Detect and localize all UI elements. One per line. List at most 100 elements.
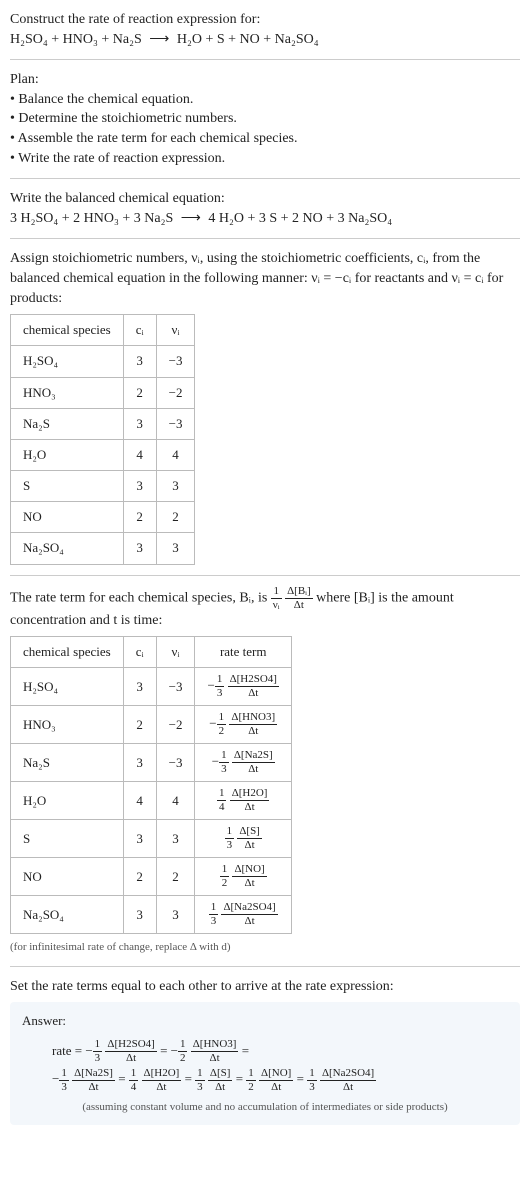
frac-den: 2 (217, 725, 227, 737)
set-rate-block: Set the rate terms equal to each other t… (10, 977, 520, 1125)
fraction: Δ[H2O]Δt (142, 1068, 182, 1093)
species-cell: H₂SO₄ (11, 668, 124, 706)
fraction: Δ[Na2S]Δt (232, 750, 275, 775)
balanced-block: Write the balanced chemical equation: 3 … (10, 189, 520, 228)
table-header: chemical species (11, 315, 124, 346)
fraction: Δ[S]Δt (208, 1068, 233, 1093)
plan-item: • Balance the chemical equation. (10, 90, 520, 110)
table-row: HNO₃2−2 (11, 377, 195, 408)
frac-num: 1 (209, 902, 219, 915)
fraction: Δ[HNO3]Δt (229, 712, 277, 737)
frac-num: 1 (129, 1068, 139, 1081)
ci-cell: 3 (123, 533, 156, 564)
infinitesimal-note: (for infinitesimal rate of change, repla… (10, 940, 520, 955)
vi-cell: 3 (156, 820, 195, 858)
fraction: Δ[H2SO4]Δt (105, 1039, 156, 1064)
ci-cell: 3 (123, 346, 156, 377)
rate-coef-frac: 1 νᵢ (271, 586, 282, 611)
fraction: 13 (215, 674, 225, 699)
plan-heading: Plan: (10, 70, 520, 90)
rate-term-text: The rate term for each chemical species,… (10, 586, 520, 631)
vi-cell: 2 (156, 502, 195, 533)
frac-num: Δ[NO] (259, 1068, 293, 1081)
frac-num: 1 (59, 1068, 69, 1081)
frac-den: Δt (142, 1081, 182, 1093)
answer-box: Answer: rate = −13 Δ[H2SO4]Δt = −12 Δ[HN… (10, 1002, 520, 1125)
fraction: 13 (219, 750, 229, 775)
fraction: 13 (225, 826, 235, 851)
fraction: Δ[H2O]Δt (230, 788, 270, 813)
vi-cell: −3 (156, 346, 195, 377)
ci-cell: 2 (123, 377, 156, 408)
vi-cell: −2 (156, 377, 195, 408)
rate-term-block: The rate term for each chemical species,… (10, 586, 520, 956)
frac-num: Δ[H2O] (230, 788, 270, 801)
intro-equation: H₂SO₄ + HNO₃ + Na₂S ⟶ H₂O + S + NO + Na₂… (10, 30, 520, 50)
frac-num: Δ[Na2SO4] (221, 902, 277, 915)
plan-item: • Assemble the rate term for each chemic… (10, 129, 520, 149)
stoich-table: chemical species cᵢ νᵢ H₂SO₄3−3HNO₃2−2Na… (10, 314, 195, 565)
intro-rhs: H₂O + S + NO + Na₂SO₄ (177, 32, 319, 47)
table-row: H₂O4414 Δ[H2O]Δt (11, 782, 292, 820)
table-header: cᵢ (123, 637, 156, 668)
table-row: Na₂S3−3 (11, 408, 195, 439)
intro-line1: Construct the rate of reaction expressio… (10, 10, 520, 30)
fraction: 13 (93, 1039, 103, 1064)
vi-cell: 4 (156, 782, 195, 820)
ci-cell: 3 (123, 820, 156, 858)
frac-den: Δt (105, 1052, 156, 1064)
divider (10, 575, 520, 576)
assign-block: Assign stoichiometric numbers, νᵢ, using… (10, 249, 520, 564)
species-cell: Na₂SO₄ (11, 533, 124, 564)
frac-den: 3 (59, 1081, 69, 1093)
frac-den: Δt (320, 1081, 376, 1093)
table-row: NO2212 Δ[NO]Δt (11, 858, 292, 896)
frac-num: 1 (195, 1068, 205, 1081)
frac-num: 1 (220, 864, 230, 877)
frac-num: 1 (93, 1039, 103, 1052)
frac-den: Δt (191, 1052, 239, 1064)
frac-den: Δt (259, 1081, 293, 1093)
frac-den: 3 (209, 915, 219, 927)
rate-term-cell: 13 Δ[S]Δt (195, 820, 292, 858)
balanced-rhs: 4 H₂O + 3 S + 2 NO + 3 Na₂SO₄ (208, 211, 392, 226)
fraction: Δ[Na2SO4]Δt (320, 1068, 376, 1093)
frac-den: Δt (237, 839, 262, 851)
fraction: 12 (220, 864, 230, 889)
frac-den: Δt (232, 763, 275, 775)
arrow-icon: ⟶ (177, 211, 205, 226)
frac-num: Δ[H2SO4] (228, 674, 279, 687)
table-header-row: chemical species cᵢ νᵢ rate term (11, 637, 292, 668)
fraction: 13 (209, 902, 219, 927)
vi-cell: −2 (156, 706, 195, 744)
frac-den: 3 (93, 1052, 103, 1064)
rate-term-cell: 12 Δ[NO]Δt (195, 858, 292, 896)
species-cell: NO (11, 502, 124, 533)
vi-cell: 2 (156, 858, 195, 896)
ci-cell: 2 (123, 706, 156, 744)
frac-den: 2 (220, 877, 230, 889)
table-header-row: chemical species cᵢ νᵢ (11, 315, 195, 346)
answer-note: (assuming constant volume and no accumul… (22, 1100, 508, 1115)
frac-num: 1 (217, 712, 227, 725)
answer-label: Answer: (22, 1012, 508, 1030)
ci-cell: 2 (123, 858, 156, 896)
vi-cell: −3 (156, 668, 195, 706)
frac-num: Δ[Na2SO4] (320, 1068, 376, 1081)
vi-cell: 4 (156, 439, 195, 470)
frac-den: 3 (195, 1081, 205, 1093)
species-cell: H₂O (11, 439, 124, 470)
frac-den: 2 (246, 1081, 256, 1093)
species-cell: S (11, 471, 124, 502)
ci-cell: 3 (123, 896, 156, 934)
table-row: Na₂S3−3−13 Δ[Na2S]Δt (11, 744, 292, 782)
table-row: Na₂SO₄3313 Δ[Na2SO4]Δt (11, 896, 292, 934)
rate-delta-frac: Δ[Bᵢ] Δt (285, 586, 313, 611)
species-cell: Na₂S (11, 744, 124, 782)
frac-den: Δt (230, 801, 270, 813)
answer-prefix: rate = (52, 1043, 85, 1058)
table-header: chemical species (11, 637, 124, 668)
rate-term-cell: −12 Δ[HNO3]Δt (195, 706, 292, 744)
table-row: NO22 (11, 502, 195, 533)
frac-num: 1 (246, 1068, 256, 1081)
